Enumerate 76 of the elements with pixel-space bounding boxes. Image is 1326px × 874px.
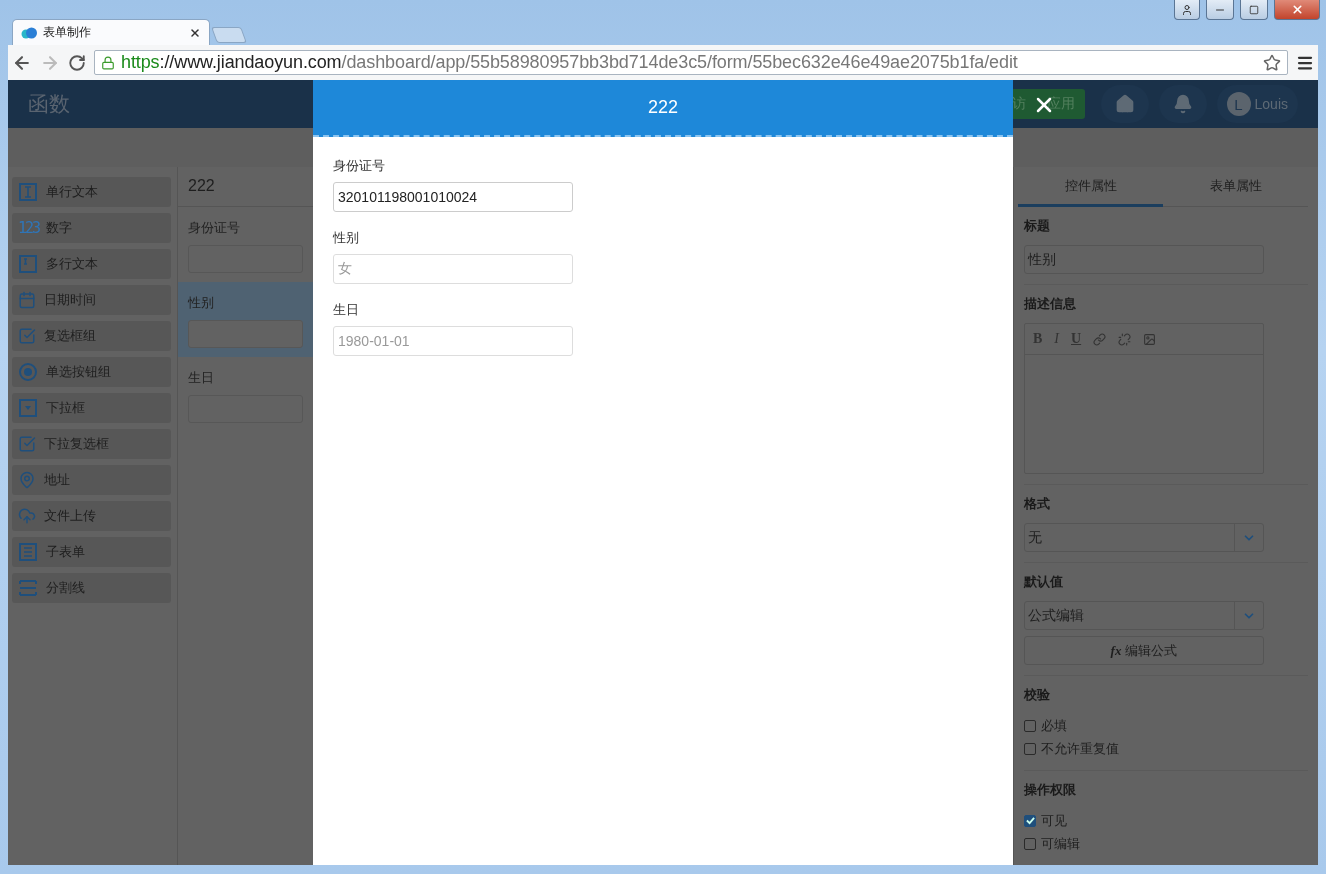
checkbox-icon [18,435,36,453]
reload-icon[interactable] [68,53,86,72]
divider-icon [18,578,38,598]
text-field-icon [18,254,38,274]
section-label: 默认值 [1024,573,1064,591]
section-label: 标题 [1024,217,1051,235]
minimize-button[interactable] [1206,0,1234,20]
unlink-icon [1118,332,1132,346]
edit-formula-button[interactable]: fx 编辑公式 [1024,636,1264,665]
location-pin-icon [18,471,36,489]
user-avatar: L [1226,92,1251,117]
home-button[interactable] [1100,85,1149,124]
section-label: 校验 [1024,686,1051,704]
checkbox[interactable] [1024,837,1036,850]
field-label: 身份证号 [188,219,241,237]
default-value-select[interactable]: 公式编辑 [1024,601,1264,630]
address-field[interactable]: https://www.jiandaoyun.com/dashboard/app/55b58980957bb3bd714de3c5/form/55bec632e46e49ae2075b1fa/edit [94,50,1288,75]
bookmark-star-icon[interactable] [1263,53,1281,72]
text-field-icon [18,182,38,202]
field-type-item[interactable]: 123 数字 [12,213,171,243]
number-icon: 123 [18,219,38,237]
checkbox-label: 可见 [1041,811,1067,830]
field-type-label: 多行文本 [46,255,98,273]
image-button[interactable] [1143,332,1157,346]
properties-tab[interactable]: 控件属性 [1018,167,1163,207]
checkbox-label: 不允许重复值 [1041,739,1119,758]
url-text: https://www.jiandaoyun.com/dashboard/app/55b58980957bb3bd714de3c5/form/55bec632e46e49ae2075b1fa/edit [121,52,1019,73]
field-label: 性别 [333,229,360,247]
image-icon [1143,332,1157,346]
unlink-button[interactable] [1118,332,1132,346]
home-icon [1114,94,1135,115]
radio-icon [18,362,38,382]
field-label: 生日 [333,301,360,319]
new-tab-button[interactable] [211,27,247,43]
input-field[interactable] [188,320,303,348]
input-field[interactable]: 320101198001010024 [333,182,573,212]
section-label: 格式 [1024,495,1051,513]
checkbox-icon [18,327,36,345]
tab-title: 表单制作 [43,24,92,41]
checkbox-label: 可编辑 [1041,834,1080,853]
restore-icon [1249,4,1259,15]
notification-button[interactable] [1158,85,1207,124]
person-icon [1181,3,1193,16]
user-menu-button[interactable]: L Louis [1216,85,1298,124]
section-label: 操作权限 [1024,781,1077,799]
lock-icon [101,55,115,70]
field-label: 性别 [188,294,215,312]
field-label: 身份证号 [333,157,386,175]
format-select[interactable]: 无 [1024,523,1264,552]
field-type-label: 数字 [46,219,72,237]
title-input[interactable]: 性别 [1024,245,1264,274]
restore-button[interactable] [1240,0,1268,20]
field-label: 生日 [188,369,215,387]
close-icon [1290,3,1304,16]
table-icon [18,542,38,562]
upload-icon [18,507,36,525]
app-title: 函数 [28,91,70,118]
close-icon[interactable] [189,26,201,39]
checkbox-label: 必填 [1041,716,1067,735]
checkbox[interactable] [1024,719,1036,732]
calendar-icon [18,291,36,309]
link-icon [1093,332,1107,346]
field-type-item[interactable]: 多行文本 [12,249,171,279]
link-button[interactable] [1093,332,1107,346]
bell-icon [1172,94,1193,115]
section-label: 描述信息 [1024,295,1077,313]
form-field[interactable]: 性别 [178,282,313,357]
profile-button[interactable] [1174,0,1200,20]
dropdown-icon [18,398,38,418]
checkbox[interactable] [1024,814,1036,827]
checkbox[interactable] [1024,742,1036,755]
dialog-title: 222 [647,97,678,118]
browser-tab[interactable]: 表单制作 [12,19,210,45]
window-close-button[interactable] [1274,0,1320,20]
cloud-icon [21,26,37,39]
properties-tab[interactable]: 表单属性 [1163,167,1308,207]
